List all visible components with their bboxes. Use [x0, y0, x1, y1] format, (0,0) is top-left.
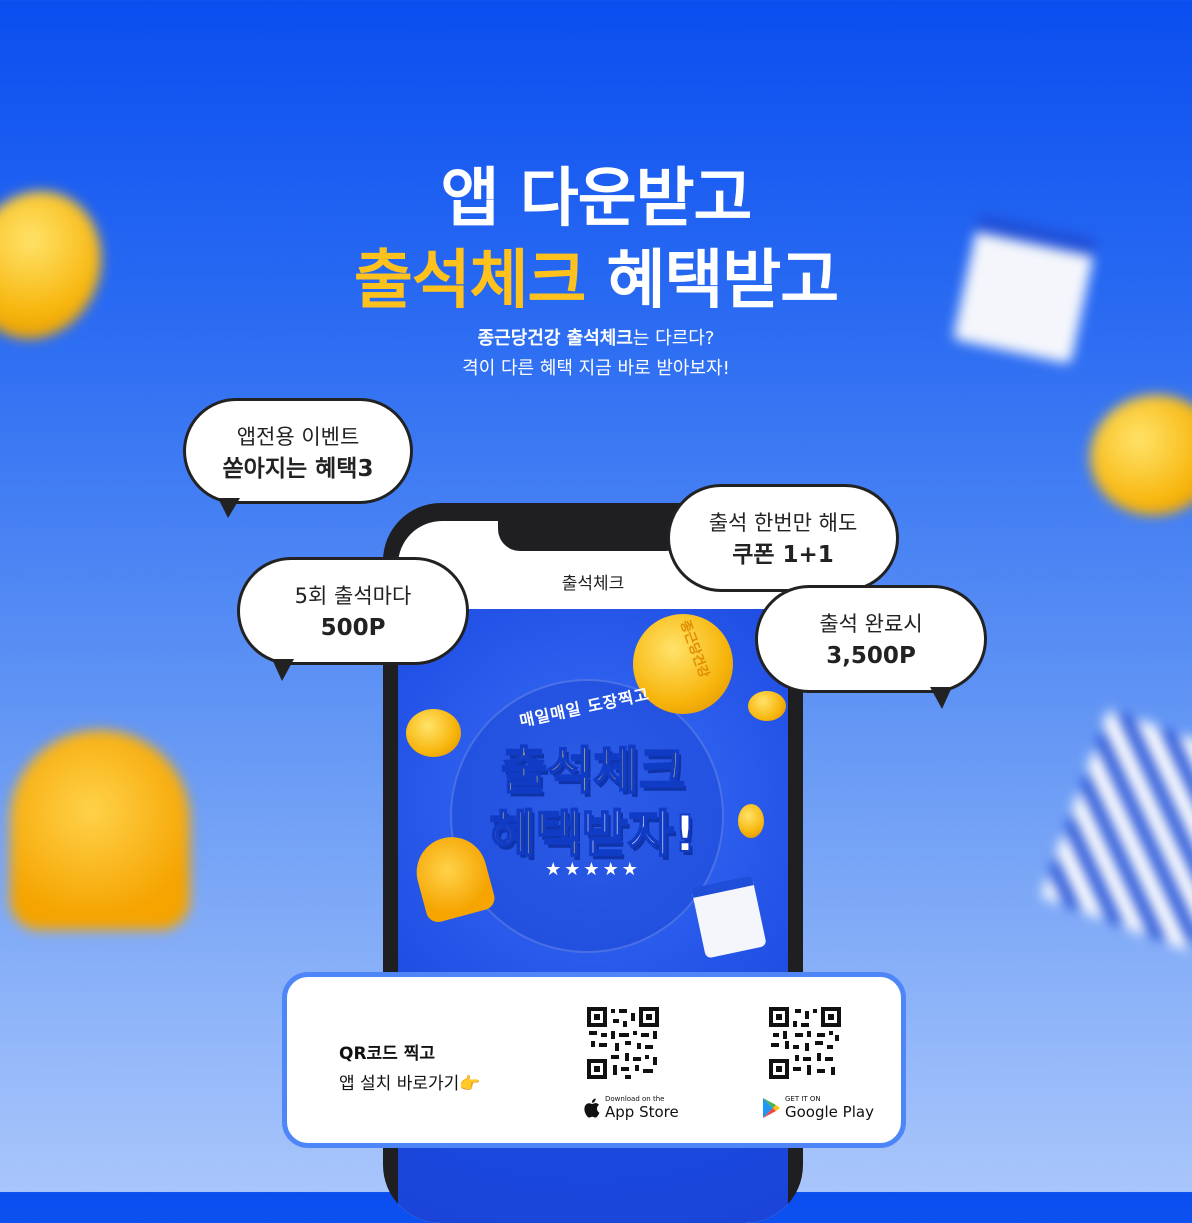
bubble-five-attendance: 5회 출석마다 500P: [237, 557, 469, 665]
bubble-line2: 500P: [320, 615, 386, 641]
qr-code-icon: [585, 1005, 661, 1081]
headline-line1: 앱 다운받고: [440, 162, 753, 236]
bubble-app-event: 앱전용 이벤트 쏟아지는 혜택3: [183, 398, 413, 504]
bubble-tail: [930, 687, 952, 709]
google-play-icon: [763, 1098, 780, 1118]
coin-icon: [1080, 384, 1192, 526]
headline-line2: 출석체크 혜택받고: [0, 240, 1192, 322]
bubble-line1: 출석 완료시: [819, 612, 923, 636]
qr-subtitle: 앱 설치 바로가기👉: [339, 1074, 481, 1094]
qr-title: QR코드 찍고: [339, 1044, 436, 1064]
bubble-line1: 5회 출석마다: [294, 584, 412, 608]
bubble-coupon: 출석 한번만 해도 쿠폰 1+1: [667, 484, 899, 592]
banner-big-text-2a: 혜택: [489, 804, 583, 864]
phone-notch: [498, 521, 688, 551]
headline-highlight: 출석체크: [353, 244, 587, 318]
subtitle-line2: 격이 다른 혜택 지금 바로 받아보자!: [462, 358, 730, 379]
bubble-complete: 출석 완료시 3,500P: [755, 585, 987, 693]
google-play-small: GET IT ON: [785, 1095, 821, 1103]
subtitle-bold: 종근당건강 출석체크: [477, 328, 633, 349]
qr-card: QR코드 찍고 앱 설치 바로가기👉 Download on the App S…: [282, 972, 906, 1148]
coin-icon: [748, 691, 786, 721]
app-store-qr-code[interactable]: [585, 1005, 661, 1081]
app-store-small: Download on the: [605, 1095, 665, 1103]
apple-icon: [584, 1098, 600, 1118]
google-play-qr-code[interactable]: [767, 1005, 843, 1081]
gift-icon: [1040, 708, 1192, 952]
subtitle-rest: 는 다르다?: [632, 328, 715, 349]
headline-rest: 혜택받고: [606, 244, 840, 318]
bell-icon: [10, 730, 190, 930]
banner-big-text-1: 출석체크: [500, 741, 686, 801]
bubble-tail: [218, 498, 240, 518]
bubble-line2: 3,500P: [826, 643, 916, 669]
bubble-line1: 앱전용 이벤트: [236, 425, 360, 449]
qr-code-icon: [767, 1005, 843, 1081]
headline: 앱 다운받고 출석체크 혜택받고: [0, 158, 1192, 322]
banner-big-text-2b: 받자!: [581, 804, 698, 864]
google-play-big: Google Play: [785, 1103, 874, 1121]
bubble-line1: 출석 한번만 해도: [708, 511, 858, 535]
bubble-line2: 쏟아지는 혜택3: [222, 456, 374, 482]
gift-icon: [691, 875, 767, 959]
bubble-tail: [272, 659, 294, 681]
bubble-line2: 쿠폰 1+1: [732, 542, 834, 568]
app-store-big: App Store: [605, 1103, 679, 1121]
subtitle: 종근당건강 출석체크는 다르다? 격이 다른 혜택 지금 바로 받아보자!: [0, 324, 1192, 384]
